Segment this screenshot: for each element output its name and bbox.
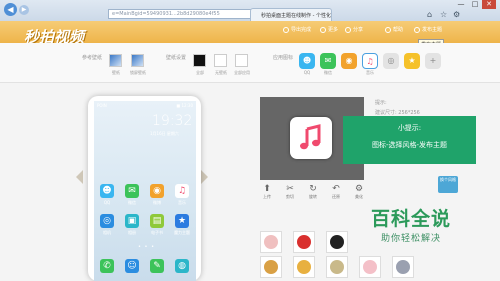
change-style-button[interactable]: 换个风格 <box>438 176 458 193</box>
browser-chrome: ◀ ▶ e=MainBgid=59490931...2b8d29080e4f55… <box>0 0 500 21</box>
close-button[interactable]: ✕ <box>482 0 496 9</box>
info-label: 提示: <box>375 100 387 106</box>
share-icon <box>345 26 351 33</box>
music-preview-icon <box>290 117 332 159</box>
page-dots: • • • <box>138 244 156 250</box>
gallery-app-icon[interactable]: ▣ <box>125 214 139 228</box>
theme-app-icon[interactable]: ★ <box>175 214 189 228</box>
upload-button[interactable]: ⬆ 上传 <box>257 184 277 200</box>
contacts-app-icon[interactable]: ☺ <box>125 259 139 273</box>
watermark-subtitle: 助你轻松解决 <box>380 234 441 244</box>
upload-icon: ⬆ <box>263 184 271 194</box>
icon-style-option[interactable] <box>293 231 315 253</box>
info-size: 建议尺寸: 256*256 <box>375 110 420 116</box>
wechat-style-icon[interactable]: ✉ <box>320 53 336 69</box>
app-label: 魔力主题 <box>174 230 190 235</box>
icon-style-option[interactable] <box>260 231 282 253</box>
rotate-icon: ↻ <box>309 184 317 194</box>
chooser-label-wechat: 微信 <box>324 70 332 75</box>
minimize-button[interactable]: — <box>454 0 468 9</box>
star-icon[interactable]: ☆ <box>440 10 447 19</box>
wallpaper-swatch[interactable] <box>109 54 122 67</box>
status-bar-right: ■ 12:30 <box>176 103 193 108</box>
app-label: 微信 <box>128 200 136 205</box>
phone-app-icon[interactable]: ✆ <box>100 259 114 273</box>
blank-swatch-label: 全部应用 <box>234 70 250 75</box>
nav-publish[interactable]: 发布主题 <box>414 26 442 33</box>
white-swatch-label: 无壁纸 <box>215 70 227 75</box>
more-icon <box>320 26 326 33</box>
undo-icon: ↶ <box>332 184 340 194</box>
app-label: 电子书 <box>151 230 163 235</box>
rotate-button[interactable]: ↻ 旋转 <box>303 184 323 200</box>
weibo-style-icon[interactable]: ◉ <box>341 53 357 69</box>
group-label-icons: 应用图标 <box>273 55 294 61</box>
group-label-wallpaper: 壁纸设置 <box>166 55 187 61</box>
icon-style-option[interactable] <box>392 256 414 278</box>
phone-screen: POIN ■ 12:30 19:32 1月16日 星期六 ☻ ✉ ◉ ♫ QQ … <box>94 101 196 281</box>
nav-help[interactable]: 帮助 <box>385 26 403 33</box>
baike-watermark: 百科全说 助你轻松解决 <box>346 207 476 257</box>
lockscreen-swatch[interactable] <box>131 54 144 67</box>
nav-share[interactable]: 分享 <box>345 26 363 33</box>
icon-style-option[interactable] <box>293 256 315 278</box>
black-swatch[interactable] <box>193 54 206 67</box>
chooser-label-qq: QQ <box>303 70 311 75</box>
music-style-icon[interactable]: ♫ <box>362 53 378 69</box>
group-label-ref: 参考壁纸 <box>82 55 103 61</box>
clock-time: 19:32 <box>152 113 193 129</box>
chooser-label-music: 音乐 <box>366 70 374 75</box>
crop-button[interactable]: ✂ 剪切 <box>280 184 300 200</box>
clock-date: 1月16日 星期六 <box>150 131 179 136</box>
app-label: 相机 <box>103 230 111 235</box>
status-bar-left: POIN <box>97 103 107 108</box>
white-swatch[interactable] <box>214 54 227 67</box>
app-label: 微博 <box>153 200 161 205</box>
wallpaper-swatch-label: 壁纸 <box>112 70 120 75</box>
camera-app-icon[interactable]: ◎ <box>100 214 114 228</box>
qq-style-icon[interactable]: ☻ <box>299 53 315 69</box>
export-icon <box>283 26 289 33</box>
wechat-app-icon[interactable]: ✉ <box>125 184 139 198</box>
nav-more[interactable]: 更多 <box>320 26 338 33</box>
browser-app-icon[interactable]: ◍ <box>175 259 189 273</box>
camera-style-icon[interactable]: ◎ <box>383 53 399 69</box>
more-style-icon[interactable]: + <box>425 53 441 69</box>
black-swatch-label: 全部 <box>196 70 204 75</box>
blank-swatch[interactable] <box>235 54 248 67</box>
messages-app-icon[interactable]: ✎ <box>150 259 164 273</box>
ebook-app-icon[interactable]: ▤ <box>150 214 164 228</box>
music-app-icon[interactable]: ♫ <box>175 184 189 198</box>
next-arrow-icon[interactable] <box>201 170 208 184</box>
prev-arrow-icon[interactable] <box>76 170 83 184</box>
beautify-button[interactable]: ⚙ 美化 <box>349 184 369 200</box>
icon-style-option[interactable] <box>326 231 348 253</box>
home-icon[interactable]: ⌂ <box>427 10 432 19</box>
tip-text: 图标-选择风格-发布主题 <box>371 141 448 149</box>
back-button[interactable]: ◀ <box>4 3 17 16</box>
forward-button[interactable]: ▶ <box>19 5 29 15</box>
lockscreen-swatch-label: 锁屏壁纸 <box>130 70 146 75</box>
watermark-title: 百科全说 <box>370 208 451 230</box>
app-label: 相册 <box>128 230 136 235</box>
publish-icon <box>414 26 420 33</box>
icon-style-option[interactable] <box>359 256 381 278</box>
beautify-icon: ⚙ <box>354 184 364 194</box>
tip-title: 小提示: <box>397 124 422 132</box>
qq-app-icon[interactable]: ☻ <box>100 184 114 198</box>
help-icon <box>385 26 391 33</box>
nav-export[interactable]: 导出完成 <box>283 26 311 33</box>
app-label: 音乐 <box>178 200 186 205</box>
browser-tab[interactable]: 秒拍桌面主题在线制作 - 个性化... <box>250 8 332 21</box>
icon-style-option[interactable] <box>260 256 282 278</box>
undo-button[interactable]: ↶ 还原 <box>326 184 346 200</box>
crop-icon: ✂ <box>286 184 294 194</box>
maximize-button[interactable]: □ <box>468 0 482 9</box>
weibo-app-icon[interactable]: ◉ <box>150 184 164 198</box>
settings-icon[interactable]: ⚙ <box>453 10 460 19</box>
theme-style-icon[interactable]: ★ <box>404 53 420 69</box>
tip-box: 小提示: 图标-选择风格-发布主题 <box>343 116 476 164</box>
app-label: QQ <box>103 200 111 205</box>
icon-style-option[interactable] <box>326 256 348 278</box>
